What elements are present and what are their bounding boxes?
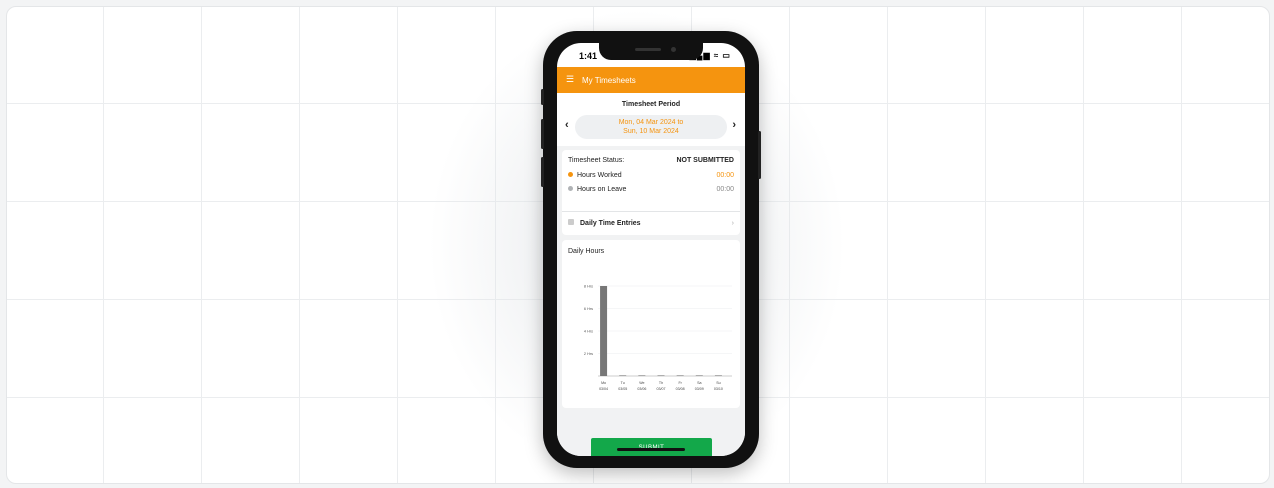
hours-leave-label: Hours on Leave xyxy=(577,186,627,193)
x-tick-date: 03/10 xyxy=(714,387,723,391)
status-divider xyxy=(562,211,740,212)
phone-screen: 1:41 ▂▄▆ ≈ ▭ ☰ My Timesheets Timesheet P… xyxy=(557,43,745,456)
period-range[interactable]: Mon, 04 Mar 2024 to Sun, 10 Mar 2024 xyxy=(575,115,727,139)
hours-worked-row: Hours Worked 00:00 xyxy=(568,171,734,179)
camera xyxy=(671,47,676,52)
x-tick-date: 03/07 xyxy=(657,387,666,391)
x-tick-date: 03/05 xyxy=(618,387,627,391)
app-title: My Timesheets xyxy=(582,76,636,85)
chart-bar xyxy=(600,286,608,376)
background-canvas: 1:41 ▂▄▆ ≈ ▭ ☰ My Timesheets Timesheet P… xyxy=(6,6,1270,484)
status-label: Timesheet Status: xyxy=(568,157,625,164)
status-time: 1:41 xyxy=(579,51,598,61)
x-tick-date: 03/09 xyxy=(695,387,704,391)
main-content: Timesheet Period ‹ Mon, 04 Mar 2024 to S… xyxy=(557,93,745,456)
status-card: Timesheet Status: NOT SUBMITTED Hours Wo… xyxy=(562,150,740,235)
chart-bar xyxy=(714,375,722,376)
chart-bar xyxy=(676,375,684,376)
phone-frame: 1:41 ▂▄▆ ≈ ▭ ☰ My Timesheets Timesheet P… xyxy=(541,31,761,468)
hours-worked-value: 00:00 xyxy=(716,172,734,179)
volume-up-button xyxy=(541,119,544,149)
period-end: Sun, 10 Mar 2024 xyxy=(623,128,679,135)
notch xyxy=(599,43,703,60)
x-tick-date: 03/08 xyxy=(676,387,685,391)
status-badge: NOT SUBMITTED xyxy=(676,157,734,164)
daily-entries-label: Daily Time Entries xyxy=(580,220,641,227)
home-indicator xyxy=(617,448,685,451)
speaker xyxy=(635,48,661,51)
status-row: Timesheet Status: NOT SUBMITTED xyxy=(568,157,734,164)
x-tick-day: Tu xyxy=(621,381,625,385)
next-period-icon[interactable]: › xyxy=(732,119,736,131)
calendar-icon xyxy=(568,219,574,226)
hours-leave-dot-icon xyxy=(568,185,573,191)
chevron-right-icon: › xyxy=(731,220,734,227)
chart-bar xyxy=(638,375,646,376)
x-tick-day: We xyxy=(639,381,644,385)
period-start: Mon, 04 Mar 2024 to xyxy=(618,119,684,126)
hours-leave-row: Hours on Leave 00:00 xyxy=(568,185,734,193)
daily-hours-chart-card: Daily Hours 2 Hrs 4 Hrs 6 Hrs 8 Hrs Mo 03/04 T… xyxy=(562,240,740,408)
x-tick-day: Su xyxy=(716,381,720,385)
y-tick-label: 2 Hrs xyxy=(584,352,593,356)
y-tick-label: 8 Hrs xyxy=(584,285,593,289)
x-tick-day: Mo xyxy=(601,381,606,385)
power-button xyxy=(758,131,761,179)
x-tick-day: Fr xyxy=(678,381,682,385)
mute-switch xyxy=(541,89,544,105)
period-card: Timesheet Period ‹ Mon, 04 Mar 2024 to S… xyxy=(557,93,745,146)
hours-worked-label: Hours Worked xyxy=(577,172,622,179)
volume-down-button xyxy=(541,157,544,187)
x-tick-date: 03/06 xyxy=(637,387,646,391)
hamburger-icon[interactable]: ☰ xyxy=(566,74,574,85)
y-tick-label: 4 Hrs xyxy=(584,330,593,334)
hours-worked-dot-icon xyxy=(568,171,573,177)
x-tick-day: Sa xyxy=(697,381,701,385)
x-tick-day: Th xyxy=(659,381,663,385)
chart-bar xyxy=(619,375,627,376)
app-bar: ☰ My Timesheets xyxy=(557,67,745,93)
hours-leave-value: 00:00 xyxy=(716,186,734,193)
y-tick-label: 6 Hrs xyxy=(584,307,593,311)
x-tick-date: 03/04 xyxy=(599,387,608,391)
chart-bar xyxy=(657,375,665,376)
daily-hours-chart: 2 Hrs 4 Hrs 6 Hrs 8 Hrs Mo 03/04 Tu 03/05 We 03/0… xyxy=(584,285,732,391)
period-label: Timesheet Period xyxy=(621,101,681,108)
submit-button[interactable]: SUBMIT xyxy=(591,438,712,456)
chart-bar xyxy=(695,375,703,376)
prev-period-icon[interactable]: ‹ xyxy=(565,119,569,131)
daily-entries-link[interactable]: Daily Time Entries › xyxy=(568,219,734,227)
